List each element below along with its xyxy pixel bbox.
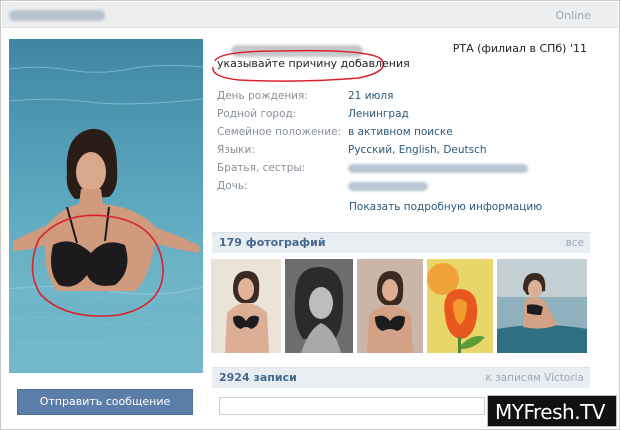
blurred-value xyxy=(348,181,428,191)
photo-thumbnail-3 xyxy=(357,259,423,353)
photo-thumbnail-5 xyxy=(497,259,587,353)
info-label: Семейное положение: xyxy=(217,126,342,138)
info-rows: День рождения: 21 июля Родной город: Лен… xyxy=(217,87,587,195)
photo-thumbnail[interactable] xyxy=(357,259,423,353)
photo-thumbnail-1 xyxy=(211,259,281,353)
photos-count[interactable]: 179 фотографий xyxy=(219,236,326,249)
photo-thumbnail[interactable] xyxy=(211,259,281,353)
info-label: День рождения: xyxy=(217,90,308,102)
send-message-button[interactable]: Отправить сообщение xyxy=(17,389,193,415)
info-label: Братья, сестры: xyxy=(217,162,306,174)
info-row-siblings: Братья, сестры: xyxy=(217,159,587,177)
wall-post-input[interactable] xyxy=(219,397,485,415)
info-value[interactable]: Ленинград xyxy=(348,108,409,120)
info-row-daughter: Дочь: xyxy=(217,177,587,195)
site-watermark-logo: MYFresh.TV xyxy=(487,395,617,427)
university-link[interactable]: РТА (филиал в СПб) '11 xyxy=(453,42,587,55)
photo-thumbnail[interactable] xyxy=(285,259,353,353)
top-bar: Online xyxy=(2,2,618,28)
info-value[interactable]: 21 июля xyxy=(348,90,393,102)
blurred-profile-name xyxy=(9,10,105,21)
watermark-text: MYFresh.TV xyxy=(495,400,605,424)
photo-thumbnail-4 xyxy=(427,259,493,353)
beach-photo-illustration xyxy=(9,39,203,373)
info-label: Языки: xyxy=(217,144,255,156)
info-row-birthday: День рождения: 21 июля xyxy=(217,87,587,105)
watermark-tv: TV xyxy=(580,400,605,424)
info-label: Родной город: xyxy=(217,108,297,120)
info-value[interactable]: Русский, English, Deutsch xyxy=(348,144,487,156)
wall-link[interactable]: к записям Victoria xyxy=(485,372,584,384)
profile-window: Online Отправить сообщение РТА (филиал в… xyxy=(0,0,620,430)
wall-count[interactable]: 2924 записи xyxy=(219,371,297,384)
info-label: Дочь: xyxy=(217,180,248,192)
photos-header: 179 фотографий все xyxy=(212,232,590,253)
show-more-info-link[interactable]: Показать подробную информацию xyxy=(349,201,542,213)
status-text: указывайте причину добавления xyxy=(217,57,410,70)
photo-thumbnails xyxy=(211,259,589,355)
online-status: Online xyxy=(555,9,591,22)
photo-thumbnail[interactable] xyxy=(427,259,493,353)
profile-photo[interactable] xyxy=(9,39,203,373)
blurred-value xyxy=(348,163,528,173)
photos-all-link[interactable]: все xyxy=(566,237,584,249)
info-row-hometown: Родной город: Ленинград xyxy=(217,105,587,123)
watermark-brand: MYFresh. xyxy=(495,400,581,424)
wall-header: 2924 записи к записям Victoria xyxy=(212,367,590,388)
info-row-relationship: Семейное положение: в активном поиске xyxy=(217,123,587,141)
photo-thumbnail-2 xyxy=(285,259,353,353)
info-value[interactable]: в активном поиске xyxy=(348,126,453,138)
photo-thumbnail[interactable] xyxy=(497,259,587,353)
info-row-languages: Языки: Русский, English, Deutsch xyxy=(217,141,587,159)
